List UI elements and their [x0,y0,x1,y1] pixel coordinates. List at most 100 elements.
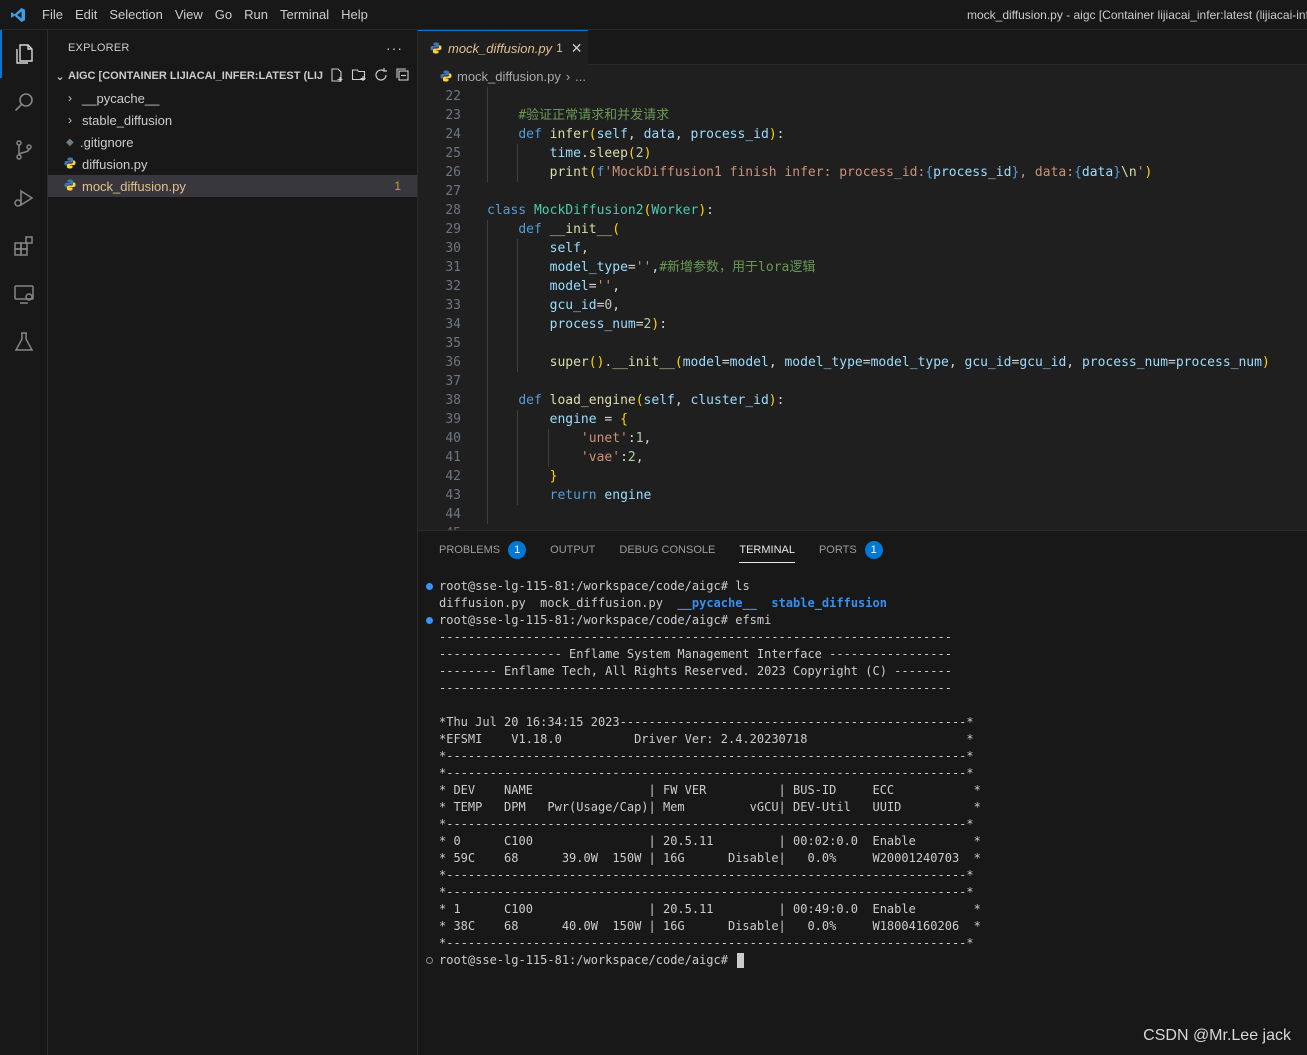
code-line: 41 'vae':2, [445,448,644,467]
command-success-icon[interactable] [426,617,433,624]
tree-item-label: __pycache__ [82,90,160,106]
explorer-icon[interactable] [0,30,48,78]
tab-problems[interactable]: PROBLEMS 1 [439,531,527,569]
close-icon[interactable]: ✕ [571,40,583,57]
terminal-line: *---------------------------------------… [439,817,974,831]
new-file-icon[interactable] [329,67,345,83]
tree-item-label: diffusion.py [82,156,148,172]
bottom-panel: PROBLEMS 1 OUTPUT DEBUG CONSOLE TERMINAL … [418,530,1307,1055]
terminal[interactable]: root@sse-lg-115-81:/workspace/code/aigc#… [418,578,1307,969]
code-line: 23 #验证正常请求和并发请求 [445,106,670,125]
tab-terminal[interactable]: TERMINAL [739,531,795,569]
terminal-line: *---------------------------------------… [439,749,974,763]
tree-item-label: .gitignore [80,134,134,150]
search-icon[interactable] [0,78,48,126]
tree-folder-stable-diffusion[interactable]: › stable_diffusion [48,109,417,131]
tab-problem-count: 1 [556,41,563,55]
code-line: 27 [445,184,461,199]
command-success-icon[interactable] [426,583,433,590]
menu-run[interactable]: Run [238,0,274,30]
tab-label: mock_diffusion.py [448,40,553,56]
code-line: 42 } [445,467,558,486]
terminal-cursor [737,953,745,968]
terminal-line: *---------------------------------------… [439,936,974,950]
code-line: 35 [418,334,1307,353]
terminal-line: * TEMP DPM Pwr(Usage/Cap)| Mem vGCU| DEV… [439,800,981,814]
code-line: 39 engine = { [445,410,628,429]
gitignore-file-icon: ◆ [66,136,74,148]
tree-folder-pycache[interactable]: › __pycache__ [48,87,417,109]
problem-count-badge: 1 [394,179,401,193]
tree-file-diffusion[interactable]: diffusion.py [48,153,417,175]
code-line: 44 [418,505,1307,524]
chevron-down-icon: ⌄ [55,70,65,83]
new-folder-icon[interactable] [351,67,367,83]
explorer-title: EXPLORER [68,41,130,54]
chevron-right-icon: › [565,68,571,84]
code-line: 38 def load_engine(self, cluster_id): [445,391,785,410]
menu-terminal[interactable]: Terminal [274,0,335,30]
code-line: 25 time.sleep(2) [445,144,652,163]
code-line: 22 [418,87,1307,106]
refresh-icon[interactable] [373,67,389,83]
terminal-line: root@sse-lg-115-81:/workspace/code/aigc#… [418,612,1307,629]
menu-go[interactable]: Go [209,0,238,30]
terminal-line: * DEV NAME | FW VER | BUS-ID ECC * [439,783,981,797]
terminal-line: *---------------------------------------… [439,766,974,780]
code-line: 28 class MockDiffusion2(Worker): [445,203,714,218]
tree-file-gitignore[interactable]: ◆ .gitignore [48,131,417,153]
code-line: 34 process_num=2): [445,315,668,334]
breadcrumb: mock_diffusion.py › ... [418,65,1307,87]
code-line: 26 print(f'MockDiffusion1 finish infer: … [445,163,1153,182]
explorer-sidebar: EXPLORER ··· ⌄ AIGC [CONTAINER LIJIACAI_… [48,30,418,1055]
watermark: CSDN @Mr.Lee jack [1143,1027,1291,1044]
terminal-line: *---------------------------------------… [439,868,974,882]
python-file-icon [64,157,82,172]
tab-mock-diffusion[interactable]: mock_diffusion.py 1 ✕ [418,30,588,65]
collapse-all-icon[interactable] [395,67,411,83]
testing-icon[interactable] [0,318,48,366]
code-line: 24 def infer(self, data, process_id): [445,125,785,144]
tree-item-label: stable_diffusion [82,112,173,128]
tree-file-mock-diffusion[interactable]: mock_diffusion.py 1 [48,175,417,197]
terminal-line: * 1 C100 | 20.5.11 | 00:49:0.0 Enable * [439,902,981,916]
menu-file[interactable]: File [36,0,69,30]
menu-view[interactable]: View [169,0,209,30]
code-line: 36 super().__init__(model=model, model_t… [445,353,1270,372]
activity-bar [0,30,48,1055]
code-editor[interactable]: 22 23 #验证正常请求和并发请求 24 def infer(self, da… [418,87,1307,530]
terminal-line: *---------------------------------------… [439,885,974,899]
run-debug-icon[interactable] [0,174,48,222]
tab-debug-console[interactable]: DEBUG CONSOLE [619,531,715,569]
terminal-line: ----------------- Enflame System Managem… [439,647,952,661]
python-file-icon [430,42,442,54]
more-actions-icon[interactable]: ··· [386,40,403,56]
code-line: 33 gcu_id=0, [445,296,621,315]
source-control-icon[interactable] [0,126,48,174]
workspace-root[interactable]: ⌄ AIGC [CONTAINER LIJIACAI_INFER:LATEST … [48,65,417,87]
terminal-line: root@sse-lg-115-81:/workspace/code/aigc# [418,952,1307,969]
terminal-line: root@sse-lg-115-81:/workspace/code/aigc#… [418,578,1307,595]
menu-help[interactable]: Help [335,0,374,30]
extensions-icon[interactable] [0,222,48,270]
tab-ports[interactable]: PORTS 1 [819,531,883,569]
command-pending-icon[interactable] [426,957,433,964]
tree-item-label: mock_diffusion.py [82,178,186,194]
terminal-line: * 59C 68 39.0W 150W | 16G Disable| 0.0% … [439,851,981,865]
remote-explorer-icon[interactable] [0,270,48,318]
terminal-line: *Thu Jul 20 16:34:15 2023---------------… [439,715,974,729]
python-file-icon [440,70,452,82]
chevron-right-icon: › [68,113,72,127]
breadcrumb-more[interactable]: ... [575,69,586,84]
workspace-root-label: AIGC [CONTAINER LIJIACAI_INFER:LATEST (L… [68,70,323,82]
menu-selection[interactable]: Selection [103,0,168,30]
menu-edit[interactable]: Edit [69,0,103,30]
menu-bar: File Edit Selection View Go Run Terminal… [36,0,374,30]
problems-badge: 1 [508,541,527,559]
tab-output[interactable]: OUTPUT [550,531,595,569]
code-line: 32 model='', [445,277,621,296]
terminal-line: ----------------------------------------… [439,630,952,644]
terminal-line: * 0 C100 | 20.5.11 | 00:02:0.0 Enable * [439,834,981,848]
breadcrumb-file[interactable]: mock_diffusion.py [457,69,561,84]
